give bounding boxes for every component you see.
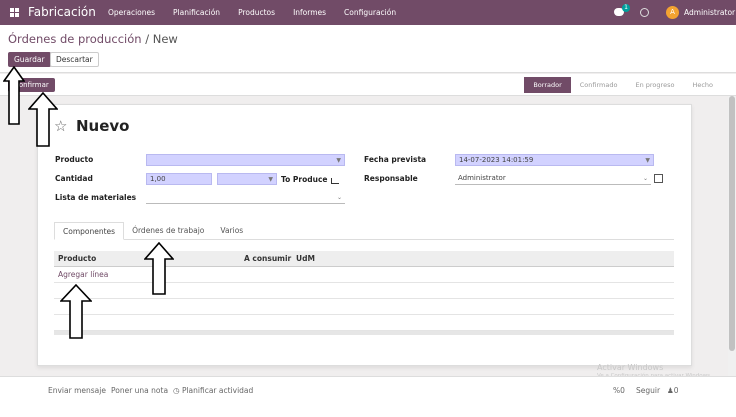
annotation-arrow-up-icon (28, 92, 58, 147)
stage-en-progreso[interactable]: En progreso (626, 77, 683, 93)
attachment-count: 0 (620, 386, 625, 395)
menu-configuracion[interactable]: Configuración (344, 8, 396, 17)
add-line-link[interactable]: Agregar línea (58, 270, 108, 279)
responsible-input[interactable]: Administrator ⌄ (455, 173, 651, 185)
followers-count: 0 (673, 386, 679, 395)
user-menu[interactable]: Administrator (684, 8, 735, 17)
breadcrumb-current: New (152, 32, 178, 46)
form-sheet: ☆ Nuevo Producto ▼ Cantidad 1,00 ▼ To Pr… (37, 104, 692, 366)
menu-productos[interactable]: Productos (238, 8, 275, 17)
save-button[interactable]: Guardar (8, 52, 51, 67)
breadcrumb-parent[interactable]: Órdenes de producción (8, 32, 142, 46)
breadcrumb-separator: / (141, 32, 153, 46)
apps-grid-icon[interactable] (10, 8, 19, 17)
main-menu: Operaciones Planificación Productos Info… (108, 8, 396, 17)
table-row (54, 299, 674, 315)
menu-operaciones[interactable]: Operaciones (108, 8, 155, 17)
followers-button[interactable]: ♟0 (667, 386, 679, 395)
user-icon: ♟ (667, 386, 674, 395)
user-avatar[interactable]: A (666, 6, 679, 19)
chevron-down-icon: ▼ (336, 157, 341, 164)
date-planned-value: 14-07-2023 14:01:59 (459, 156, 534, 164)
stage-confirmado[interactable]: Confirmado (571, 77, 627, 93)
quantity-label: Cantidad (55, 174, 93, 183)
date-planned-input[interactable]: 14-07-2023 14:01:59 ▼ (455, 154, 654, 166)
activation-watermark-title: Activar Windows (597, 363, 664, 372)
tab-ordenes-de-trabajo[interactable]: Órdenes de trabajo (124, 222, 212, 239)
col-producto[interactable]: Producto (58, 254, 96, 263)
follow-button[interactable]: Seguir (636, 386, 660, 395)
discard-button[interactable]: Descartar (50, 52, 99, 67)
chevron-down-icon: ▼ (645, 157, 650, 164)
notebook-tabs: Componentes Órdenes de trabajo Varios (54, 222, 674, 240)
stage-pipeline: Borrador Confirmado En progreso Hecho (524, 77, 722, 93)
responsible-value: Administrator (458, 174, 506, 182)
col-a-consumir[interactable]: A consumir (244, 254, 291, 263)
chatter-bar: Enviar mensaje Poner una nota ◷ Planific… (0, 376, 736, 417)
annotation-arrow-up-icon (60, 284, 92, 339)
stage-hecho[interactable]: Hecho (683, 77, 722, 93)
annotation-arrow-up-icon (3, 66, 25, 125)
attachments-button[interactable]: %0 (613, 386, 625, 395)
menu-informes[interactable]: Informes (293, 8, 326, 17)
control-panel: Órdenes de producción / New Guardar Desc… (0, 25, 736, 73)
uom-select[interactable]: ▼ (217, 173, 277, 185)
schedule-activity-button[interactable]: ◷ Planificar actividad (173, 386, 253, 395)
chat-count-badge: 1 (622, 4, 630, 12)
col-udm[interactable]: UdM (296, 254, 315, 263)
menu-planificacion[interactable]: Planificación (173, 8, 220, 17)
tab-varios[interactable]: Varios (212, 222, 251, 239)
send-message-button[interactable]: Enviar mensaje (48, 386, 106, 395)
vertical-scrollbar[interactable] (728, 96, 736, 376)
clock-icon: ◷ (173, 386, 180, 395)
record-title: Nuevo (76, 117, 130, 135)
annotation-arrow-up-icon (144, 242, 174, 295)
schedule-activity-label: Planificar actividad (181, 386, 254, 395)
log-note-button[interactable]: Poner una nota (111, 386, 168, 395)
chevron-down-icon: ⌄ (336, 194, 342, 201)
status-bar: Confirmar Borrador Confirmado En progres… (0, 74, 736, 96)
responsible-label: Responsable (364, 174, 418, 183)
quantity-input[interactable]: 1,00 (146, 173, 212, 185)
app-title[interactable]: Fabricación (28, 5, 96, 19)
chevron-down-icon: ⌄ (642, 175, 648, 182)
forecast-chart-icon[interactable] (331, 178, 339, 184)
product-input[interactable]: ▼ (146, 154, 345, 166)
breadcrumb: Órdenes de producción / New (8, 32, 178, 46)
external-link-icon[interactable] (654, 174, 663, 183)
tab-componentes[interactable]: Componentes (54, 222, 125, 240)
date-planned-label: Fecha prevista (364, 155, 427, 164)
table-footer (54, 331, 674, 335)
scroll-thumb[interactable] (729, 96, 735, 351)
product-label: Producto (55, 155, 94, 164)
bom-input[interactable]: ⌄ (146, 192, 345, 204)
table-row (54, 315, 674, 331)
activity-clock-icon[interactable] (640, 8, 649, 17)
top-navbar: Fabricación Operaciones Planificación Pr… (0, 0, 736, 25)
chevron-down-icon: ▼ (268, 176, 273, 183)
to-produce-label: To Produce (281, 175, 328, 184)
bom-label: Lista de materiales (55, 193, 137, 202)
stage-borrador[interactable]: Borrador (524, 77, 571, 93)
